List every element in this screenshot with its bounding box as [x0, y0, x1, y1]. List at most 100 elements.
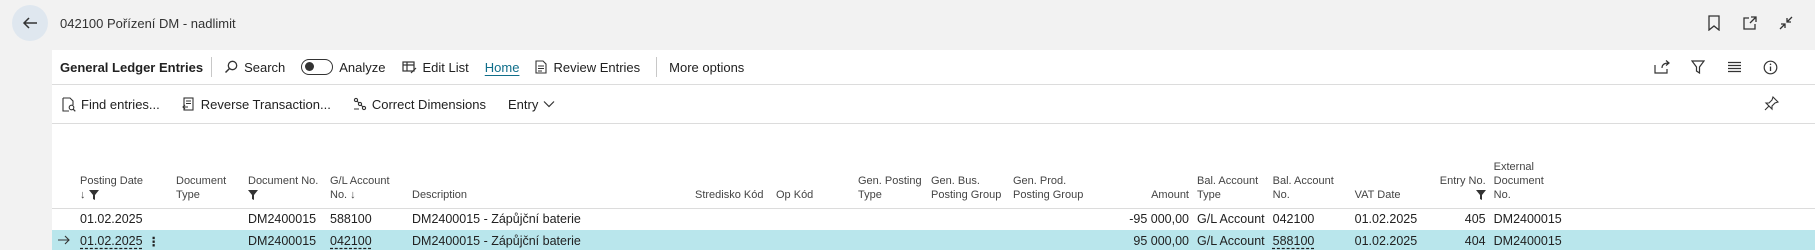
search-button[interactable]: Search: [224, 60, 285, 75]
header-gen-bus-posting-group[interactable]: Gen. Bus. Posting Group: [927, 128, 1009, 209]
entry-menu-button[interactable]: Entry: [508, 97, 555, 112]
header-stredisko-kod[interactable]: Stredisko Kód: [691, 128, 772, 209]
cell-gen-bus-posting-group[interactable]: [927, 208, 1009, 230]
header-label: VAT Date: [1354, 188, 1401, 201]
home-label: Home: [484, 59, 520, 75]
header-label: No.: [1493, 188, 1511, 201]
header-label: Posting Group: [1013, 188, 1084, 201]
cell-document-no[interactable]: DM2400015: [244, 230, 326, 250]
list-view-icon[interactable]: [1725, 58, 1743, 76]
page-name: General Ledger Entries: [60, 59, 204, 75]
header-label: No.: [1272, 188, 1290, 201]
filter-icon[interactable]: [1689, 58, 1707, 76]
cell-op-kod[interactable]: [772, 208, 854, 230]
pin-icon[interactable]: [1764, 95, 1780, 114]
cell-document-no[interactable]: DM2400015: [244, 208, 326, 230]
cell-gl-account-no[interactable]: 588100: [326, 208, 408, 230]
cell-posting-date[interactable]: 01.02.2025: [76, 208, 172, 230]
cell-amount[interactable]: -95 000,00: [1099, 208, 1193, 230]
row-actions-icon[interactable]: ⋮: [148, 234, 161, 249]
find-entries-button[interactable]: Find entries...: [62, 97, 160, 112]
document-icon: [535, 60, 548, 74]
correct-dimensions-button[interactable]: Correct Dimensions: [353, 97, 486, 112]
cell-op-kod[interactable]: [772, 230, 854, 250]
cell-gen-prod-posting-group[interactable]: [1009, 230, 1099, 250]
search-icon: [225, 60, 238, 74]
info-icon[interactable]: [1761, 58, 1779, 76]
cell-gen-prod-posting-group[interactable]: [1009, 208, 1099, 230]
back-button[interactable]: [12, 5, 48, 41]
header-vat-date[interactable]: VAT Date: [1350, 128, 1426, 209]
header-external-document-no[interactable]: External Document No.: [1489, 128, 1815, 209]
filter-icon: [1475, 189, 1486, 200]
table-row[interactable]: 01.02.2025 DM2400015 588100 DM2400015 - …: [52, 208, 1815, 230]
arrow-right-icon: [58, 235, 70, 245]
analyze-label: Analyze: [339, 59, 386, 75]
header-label: Gen. Bus.: [931, 174, 980, 187]
cell-external-document-no[interactable]: DM2400015: [1489, 230, 1815, 250]
sub-action-bar: Find entries... Reverse Transaction... C…: [52, 84, 1815, 124]
cell-stredisko-kod[interactable]: [691, 208, 772, 230]
cell-description[interactable]: DM2400015 - Zápůjční baterie: [408, 230, 691, 250]
header-entry-no[interactable]: Entry No.: [1425, 128, 1490, 209]
cell-bal-account-no[interactable]: 588100: [1268, 230, 1351, 250]
header-spacer: [52, 128, 76, 209]
header-document-no[interactable]: Document No.: [244, 128, 326, 209]
cell-vat-date[interactable]: 01.02.2025: [1350, 230, 1426, 250]
header-gl-account-no[interactable]: G/L Account No. ↓: [326, 128, 408, 209]
cell-entry-no[interactable]: 404: [1425, 230, 1490, 250]
header-bal-account-type[interactable]: Bal. Account Type: [1193, 128, 1269, 209]
cell-description[interactable]: DM2400015 - Zápůjční baterie: [408, 208, 691, 230]
cell-stredisko-kod[interactable]: [691, 230, 772, 250]
find-document-icon: [62, 96, 76, 112]
cell-vat-date[interactable]: 01.02.2025: [1351, 208, 1426, 230]
reverse-transaction-icon: [181, 97, 194, 111]
reverse-transaction-button[interactable]: Reverse Transaction...: [181, 97, 331, 112]
header-gen-posting-type[interactable]: Gen. Posting Type: [854, 128, 927, 209]
cell-gen-bus-posting-group[interactable]: [927, 230, 1009, 250]
edit-list-label: Edit List: [422, 59, 469, 75]
header-label: Op Kód: [776, 188, 814, 201]
bal-account-link[interactable]: 588100: [1273, 234, 1315, 248]
cell-gen-posting-type[interactable]: [854, 208, 927, 230]
review-entries-button[interactable]: Review Entries: [535, 60, 640, 75]
share-icon[interactable]: [1653, 58, 1671, 76]
cell-bal-account-type[interactable]: G/L Account: [1193, 230, 1269, 250]
sort-filter-indicator: ↓: [80, 188, 168, 202]
open-new-window-icon[interactable]: [1741, 14, 1759, 32]
header-label: Stredisko Kód: [695, 188, 764, 201]
header-bal-account-no[interactable]: Bal. Account No.: [1268, 128, 1351, 209]
tab-home[interactable]: Home: [485, 60, 520, 75]
top-bar: 042100 Pořízení DM - nadlimit: [0, 0, 1815, 50]
header-label: Document: [176, 174, 227, 187]
cell-entry-no[interactable]: 405: [1426, 208, 1490, 230]
cell-external-document-no[interactable]: DM2400015: [1490, 208, 1815, 230]
cell-bal-account-no[interactable]: 042100: [1269, 208, 1351, 230]
collapse-icon[interactable]: [1777, 14, 1795, 32]
header-gen-prod-posting-group[interactable]: Gen. Prod. Posting Group: [1009, 128, 1099, 209]
edit-list-button[interactable]: Edit List: [401, 59, 469, 75]
header-op-kod[interactable]: Op Kód: [772, 128, 854, 209]
toggle-switch[interactable]: [301, 59, 334, 75]
gl-account-link[interactable]: 042100: [330, 234, 372, 248]
posting-date-link[interactable]: 01.02.2025: [80, 234, 143, 248]
cell-gen-posting-type[interactable]: [854, 230, 927, 250]
header-document-type[interactable]: Document Type: [172, 128, 244, 209]
cell-posting-date[interactable]: 01.02.2025 ⋮: [76, 230, 172, 250]
cell-bal-account-type[interactable]: G/L Account: [1193, 208, 1269, 230]
cell-gl-account-no[interactable]: 042100: [326, 230, 408, 250]
cell-document-type[interactable]: [172, 230, 244, 250]
more-options-button[interactable]: More options: [669, 60, 744, 75]
table-row-selected[interactable]: 01.02.2025 ⋮ DM2400015 042100 DM2400015 -…: [52, 230, 1815, 250]
header-posting-date[interactable]: Posting Date ↓: [76, 128, 172, 209]
entry-label: Entry: [507, 96, 539, 112]
action-bar: General Ledger Entries Search Analyze Ed…: [52, 50, 1815, 84]
analyze-toggle[interactable]: Analyze: [301, 59, 386, 75]
header-amount[interactable]: Amount: [1099, 128, 1193, 209]
table-header-row: Posting Date ↓ Document Type Document No…: [52, 128, 1815, 209]
entries-table: Posting Date ↓ Document Type Document No…: [52, 128, 1815, 250]
cell-amount[interactable]: 95 000,00: [1099, 230, 1193, 250]
bookmark-icon[interactable]: [1705, 14, 1723, 32]
header-description[interactable]: Description: [408, 128, 691, 209]
cell-document-type[interactable]: [172, 208, 244, 230]
